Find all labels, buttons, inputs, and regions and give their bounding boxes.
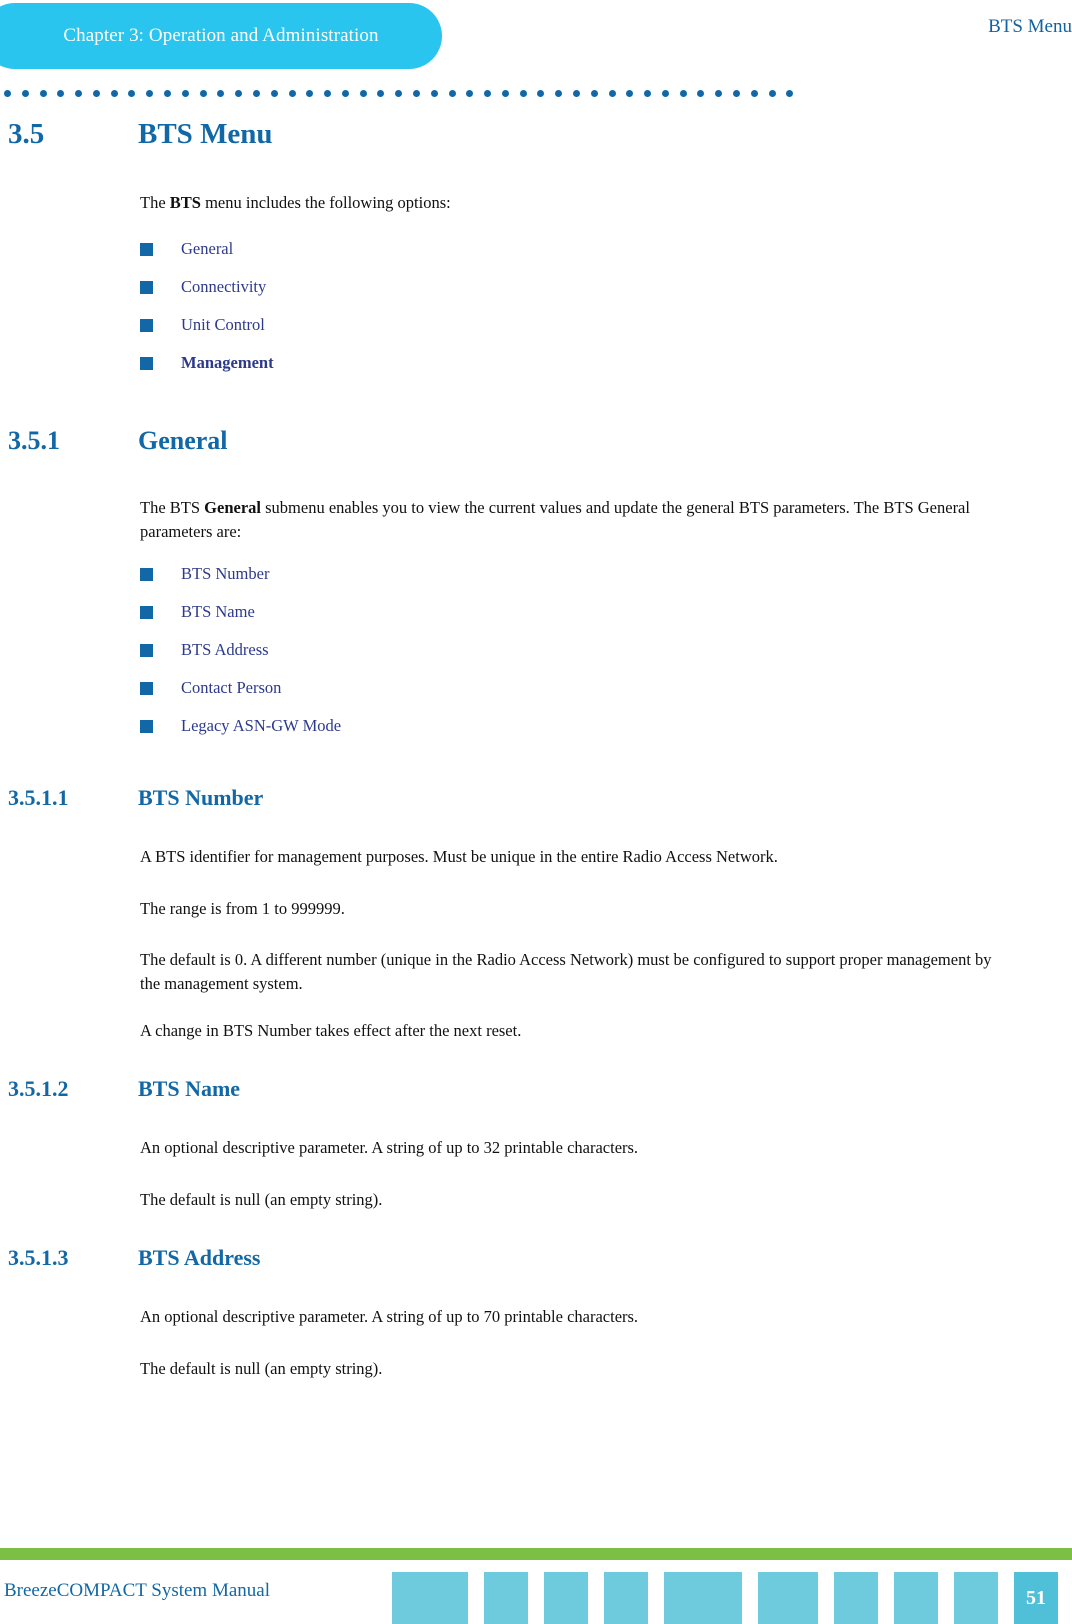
bts-menu-options-list: General Connectivity Unit Control Manage…	[0, 230, 1072, 382]
header-dotted-rule	[4, 88, 794, 98]
heading-3-5-number: 3.5	[8, 118, 45, 150]
paragraph-bts-menu-intro: The BTS menu includes the following opti…	[0, 191, 1072, 214]
heading-3-5: 3.5 BTS Menu	[0, 118, 1072, 151]
footer-block	[894, 1572, 938, 1624]
list-item[interactable]: Legacy ASN-GW Mode	[0, 707, 1072, 745]
page-header: Chapter 3: Operation and Administration …	[0, 0, 1072, 110]
list-item[interactable]: Contact Person	[0, 669, 1072, 707]
list-item[interactable]: General	[0, 230, 1072, 268]
paragraph-bts-number-4: A change in BTS Number takes effect afte…	[140, 1020, 522, 1040]
square-bullet-icon	[140, 318, 153, 332]
running-head: BTS Menu	[988, 16, 1072, 37]
intro-post: menu includes the following options:	[200, 193, 451, 212]
paragraph-bts-number-3: The default is 0. A different number (un…	[140, 950, 992, 993]
footer-green-bar	[0, 1548, 1072, 1560]
general-intro-post: submenu enables you to view the current …	[140, 498, 970, 541]
heading-3-5-1-2-title: BTS Name	[138, 1076, 241, 1102]
page-number: 51	[1014, 1572, 1058, 1624]
intro-bold: BTS	[169, 193, 201, 212]
paragraph-bts-address-2: The default is null (an empty string).	[140, 1358, 383, 1378]
chapter-tab-label: Chapter 3: Operation and Administration	[63, 25, 379, 46]
list-item-label[interactable]: BTS Number	[181, 564, 269, 584]
list-item-label[interactable]: BTS Address	[181, 640, 269, 660]
heading-3-5-1-2: 3.5.1.2 BTS Name	[0, 1076, 1072, 1102]
footer-manual-title: BreezeCOMPACT System Manual	[4, 1580, 270, 1601]
square-bullet-icon	[140, 681, 153, 695]
heading-3-5-1-1-number: 3.5.1.1	[8, 785, 69, 811]
square-bullet-icon	[140, 242, 153, 256]
paragraph-bts-number-1: A BTS identifier for management purposes…	[140, 847, 778, 867]
list-item[interactable]: BTS Name	[0, 593, 1072, 631]
footer-block	[604, 1572, 648, 1624]
list-item-label[interactable]: Management	[181, 353, 274, 373]
footer-block	[544, 1572, 588, 1624]
list-item-label[interactable]: Contact Person	[181, 678, 281, 698]
general-intro-bold: General	[204, 498, 261, 518]
heading-3-5-1-1: 3.5.1.1 BTS Number	[0, 785, 1072, 811]
footer-block	[664, 1572, 742, 1624]
heading-3-5-1-title: General	[138, 426, 228, 456]
list-item-label[interactable]: General	[181, 239, 233, 259]
list-item-label[interactable]: Legacy ASN-GW Mode	[181, 716, 341, 736]
footer-block	[954, 1572, 998, 1624]
square-bullet-icon	[140, 280, 153, 294]
heading-3-5-1-2-number: 3.5.1.2	[8, 1076, 69, 1102]
heading-3-5-1-3-title: BTS Address	[138, 1245, 261, 1271]
paragraph-general-intro: The BTS General submenu enables you to v…	[0, 496, 1072, 543]
paragraph-bts-number-2: The range is from 1 to 999999.	[140, 898, 345, 918]
footer-block	[758, 1572, 818, 1624]
paragraph-bts-address-1: An optional descriptive parameter. A str…	[140, 1307, 639, 1327]
footer-block	[392, 1572, 468, 1624]
chapter-tab: Chapter 3: Operation and Administration	[0, 3, 442, 69]
footer-block	[484, 1572, 528, 1624]
square-bullet-icon	[140, 567, 153, 581]
square-bullet-icon	[140, 719, 153, 733]
square-bullet-icon	[140, 643, 153, 657]
list-item-label[interactable]: BTS Name	[181, 602, 255, 622]
list-item[interactable]: Management	[0, 344, 1072, 382]
heading-3-5-1-number: 3.5.1	[8, 426, 60, 456]
heading-3-5-1-3: 3.5.1.3 BTS Address	[0, 1245, 1072, 1271]
list-item[interactable]: BTS Address	[0, 631, 1072, 669]
list-item[interactable]: BTS Number	[0, 555, 1072, 593]
footer-block	[834, 1572, 878, 1624]
page-footer: BreezeCOMPACT System Manual 51	[0, 1548, 1072, 1624]
list-item-label[interactable]: Connectivity	[181, 277, 266, 297]
heading-3-5-1: 3.5.1 General	[0, 426, 1072, 456]
list-item[interactable]: Connectivity	[0, 268, 1072, 306]
heading-3-5-title: BTS Menu	[138, 118, 273, 150]
document-body: 3.5 BTS Menu The BTS menu includes the f…	[0, 118, 1072, 1380]
list-item-label[interactable]: Unit Control	[181, 315, 265, 335]
paragraph-bts-name-1: An optional descriptive parameter. A str…	[140, 1138, 639, 1158]
square-bullet-icon	[140, 356, 153, 370]
heading-3-5-1-3-number: 3.5.1.3	[8, 1245, 69, 1271]
general-parameters-list: BTS Number BTS Name BTS Address Contact …	[0, 555, 1072, 745]
intro-pre: The	[140, 193, 170, 212]
list-item[interactable]: Unit Control	[0, 306, 1072, 344]
paragraph-bts-name-2: The default is null (an empty string).	[140, 1189, 383, 1209]
footer-decorative-blocks: 51	[392, 1572, 1058, 1624]
square-bullet-icon	[140, 605, 153, 619]
general-intro-pre: The BTS	[140, 498, 205, 518]
heading-3-5-1-1-title: BTS Number	[138, 785, 264, 811]
